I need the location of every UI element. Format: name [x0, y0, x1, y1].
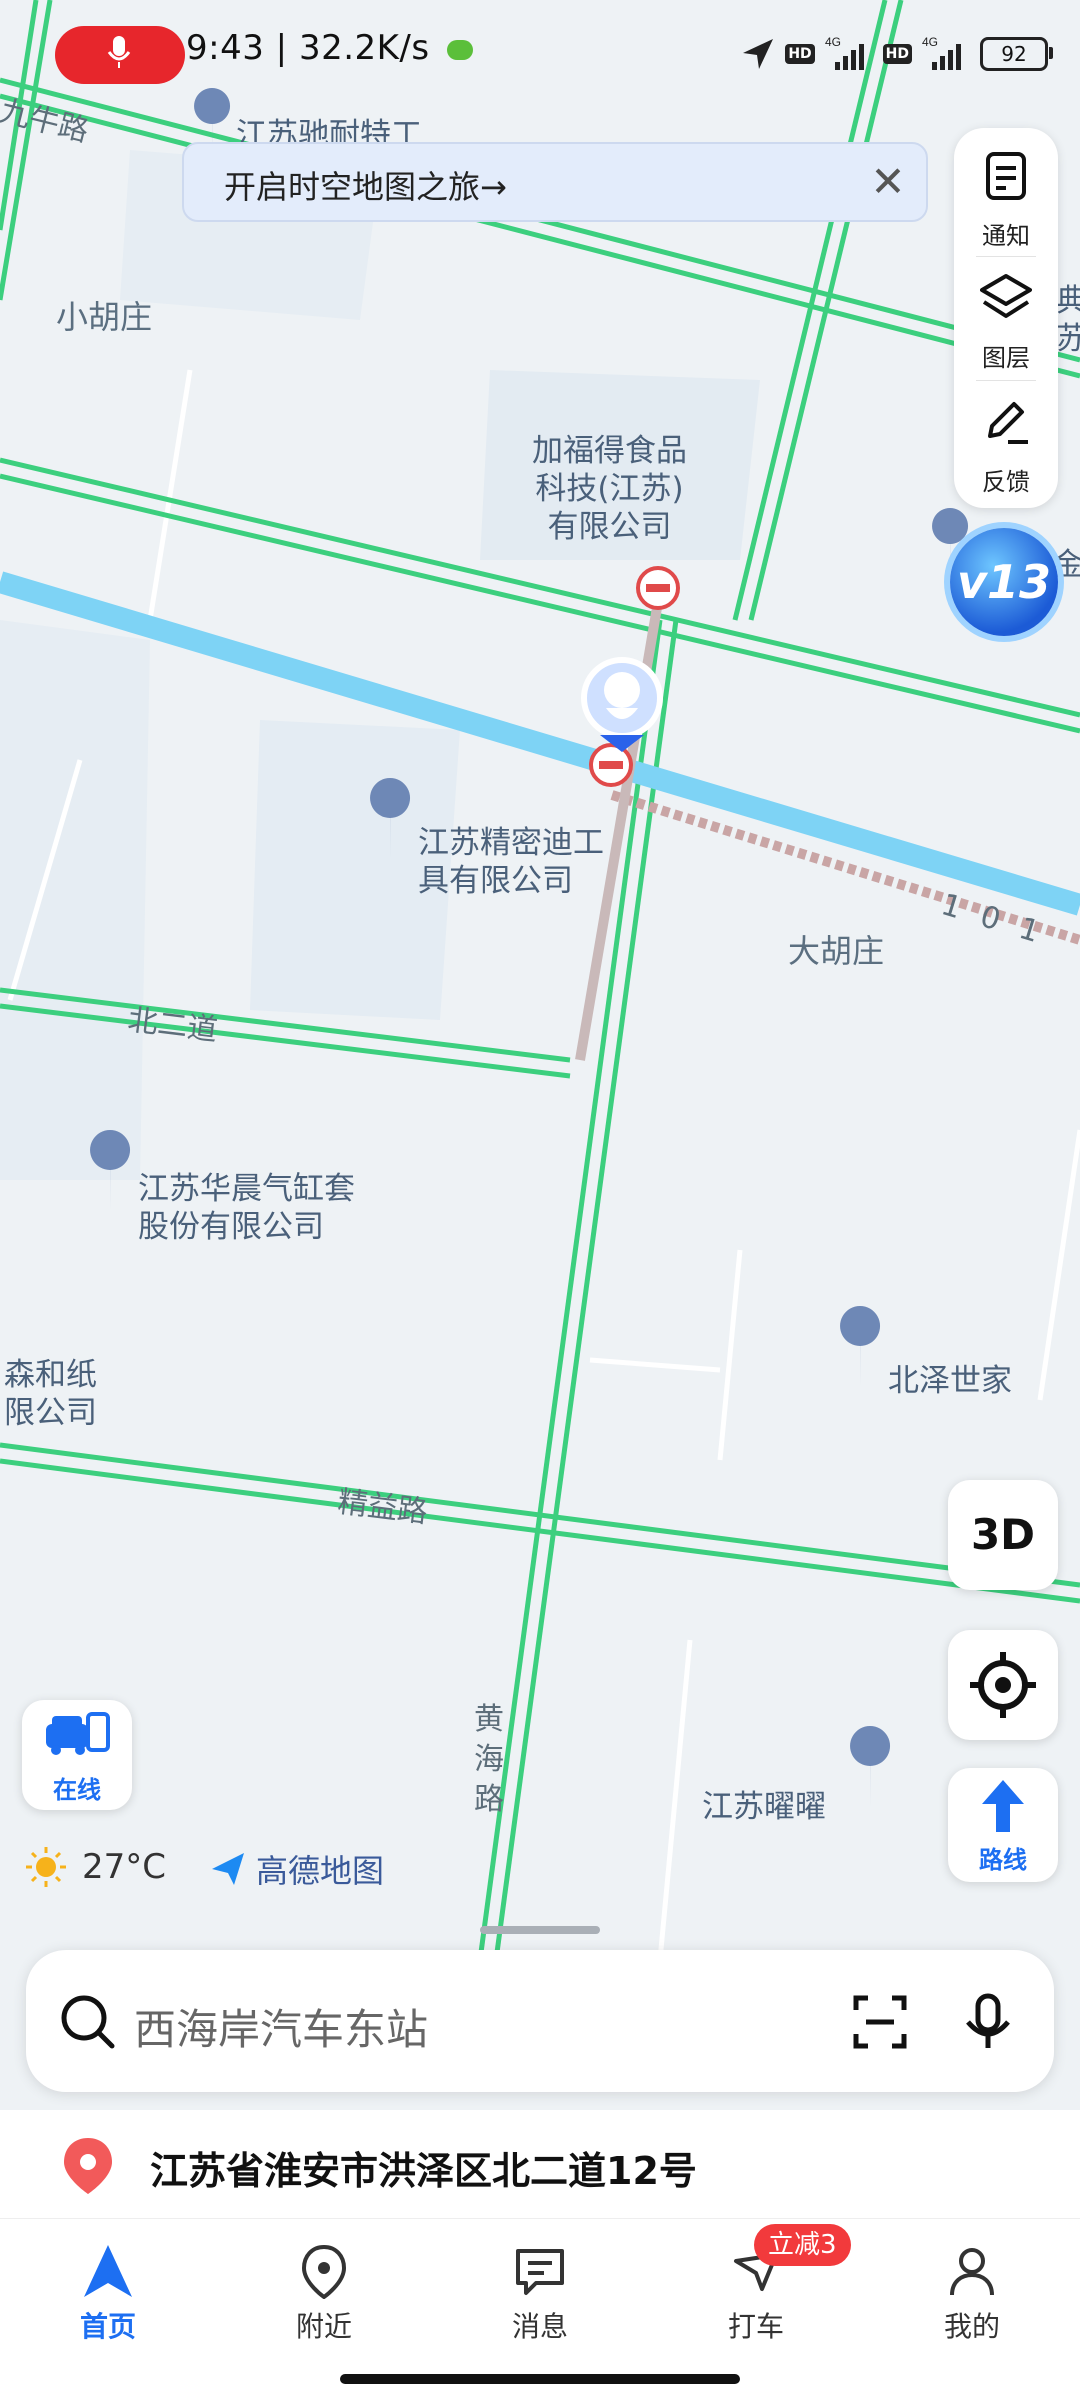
network-type: 4G — [825, 36, 841, 49]
hd-icon: HD — [882, 44, 912, 64]
poi-label[interactable]: 江苏华晨气缸套 股份有限公司 — [138, 1170, 355, 1246]
tab-messages[interactable]: 消息 — [460, 2219, 620, 2349]
no-entry-icon — [589, 743, 633, 787]
route-arrow-icon — [982, 1780, 1024, 1832]
tab-nearby[interactable]: 附近 — [244, 2219, 404, 2349]
sun-icon — [26, 1847, 66, 1887]
network-type: 4G — [922, 36, 938, 49]
weather-widget[interactable]: 27°C — [24, 1842, 166, 1892]
scan-icon[interactable] — [848, 1990, 912, 2054]
no-entry-icon — [636, 566, 680, 610]
search-input[interactable]: 西海岸汽车东站 — [134, 1996, 428, 2057]
locate-button[interactable] — [948, 1630, 1058, 1740]
tool-panel: 通知 图层 反馈 — [954, 128, 1058, 508]
poi-label[interactable]: 典 苏 — [1056, 282, 1080, 358]
tab-label: 首页 — [79, 2310, 136, 2343]
notification-button[interactable]: 通知 — [954, 136, 1058, 256]
online-label: 在线 — [53, 1776, 101, 1804]
divider — [976, 380, 1036, 381]
route-button[interactable]: 路线 — [948, 1768, 1058, 1882]
microphone-icon — [107, 36, 131, 68]
search-bar[interactable]: 西海岸汽车东站 — [26, 1950, 1054, 2092]
home-indicator[interactable] — [340, 2374, 740, 2384]
crosshair-icon — [970, 1652, 1036, 1718]
poi-label[interactable]: 江苏曜曜 — [702, 1788, 826, 1826]
signal-icon: 4G — [922, 36, 961, 70]
message-icon — [516, 2249, 564, 2295]
layers-icon — [980, 274, 1032, 318]
user-icon — [950, 2248, 994, 2296]
amap-logo-icon — [212, 1853, 244, 1885]
place-label[interactable]: 小胡庄 — [56, 292, 152, 338]
current-address-row[interactable]: 江苏省淮安市洪泽区北二道12号 — [0, 2110, 1080, 2220]
tool-label: 通知 — [982, 222, 1030, 250]
banner-text[interactable]: 开启时空地图之旅→ — [224, 162, 507, 208]
tab-label: 打车 — [727, 2310, 784, 2343]
battery-icon: 92 — [980, 37, 1053, 71]
battery-level: 92 — [1001, 42, 1027, 66]
map-view[interactable]: 小胡庄 大胡庄 九牛路 北二道 精益路 黄海路 1 0 1 加福得食品 科技(江… — [0, 0, 1080, 1960]
status-time: 9:43 | 32.2K/s — [186, 28, 473, 68]
pen-icon — [988, 402, 1028, 444]
status-icons: HD 4G HD 4G 92 — [741, 30, 1053, 78]
net-speed: 32.2K/s — [298, 28, 430, 68]
place-label[interactable]: 大胡庄 — [788, 926, 884, 972]
tab-home[interactable]: 首页 — [28, 2219, 188, 2349]
signal-icon: 4G — [825, 36, 864, 70]
tool-label: 反馈 — [982, 468, 1030, 496]
nearby-pin-icon — [301, 2244, 347, 2299]
poi-label[interactable]: 森和纸 限公司 — [4, 1356, 97, 1432]
tab-label: 消息 — [511, 2310, 568, 2343]
clock: 9:43 — [186, 28, 265, 68]
promo-badge: 立减3 — [754, 2224, 851, 2266]
route-label: 路线 — [979, 1846, 1027, 1874]
3d-button[interactable]: 3D — [948, 1480, 1058, 1590]
layers-button[interactable]: 图层 — [954, 258, 1058, 378]
tool-label: 图层 — [982, 344, 1030, 372]
status-bar: 9:43 | 32.2K/s HD 4G HD 4G 92 — [0, 0, 1080, 110]
online-car-button[interactable]: 在线 — [22, 1700, 132, 1810]
poi-label[interactable]: 加福得食品 科技(江苏) 有限公司 — [532, 432, 687, 546]
temperature: 27°C — [82, 1847, 167, 1887]
promo-banner[interactable]: 开启时空地图之旅→ ✕ — [182, 142, 928, 222]
recording-indicator[interactable] — [55, 26, 185, 84]
brand-logo: 高德地图 — [208, 1846, 384, 1892]
poi-label[interactable]: 江苏精密迪工 具有限公司 — [418, 824, 604, 900]
tab-profile[interactable]: 我的 — [892, 2219, 1052, 2349]
location-pin-icon — [64, 2138, 112, 2194]
voice-input-icon[interactable] — [956, 1990, 1020, 2054]
poi-label[interactable]: 北泽世家 — [888, 1362, 1012, 1400]
road-label: 黄海路 — [474, 1702, 504, 1817]
wechat-icon — [446, 39, 473, 60]
hd-icon: HD — [785, 44, 815, 64]
close-icon[interactable]: ✕ — [858, 152, 918, 212]
feedback-button[interactable]: 反馈 — [954, 382, 1058, 502]
navigation-arrow-icon — [84, 2245, 132, 2297]
car-phone-icon — [46, 1712, 110, 1755]
divider — [976, 256, 1036, 257]
tab-label: 附近 — [295, 2310, 352, 2343]
location-arrow-icon — [743, 39, 774, 69]
brand-name: 高德地图 — [256, 1852, 385, 1890]
map-canvas[interactable] — [0, 0, 1080, 1960]
note-icon — [986, 152, 1026, 200]
tab-label: 我的 — [943, 2310, 1000, 2343]
drag-handle[interactable] — [480, 1926, 600, 1934]
divider: | — [275, 28, 299, 68]
address-text: 江苏省淮安市洪泽区北二道12号 — [150, 2149, 697, 2193]
search-icon — [61, 1995, 115, 2049]
level-badge[interactable]: v13 — [950, 528, 1058, 636]
